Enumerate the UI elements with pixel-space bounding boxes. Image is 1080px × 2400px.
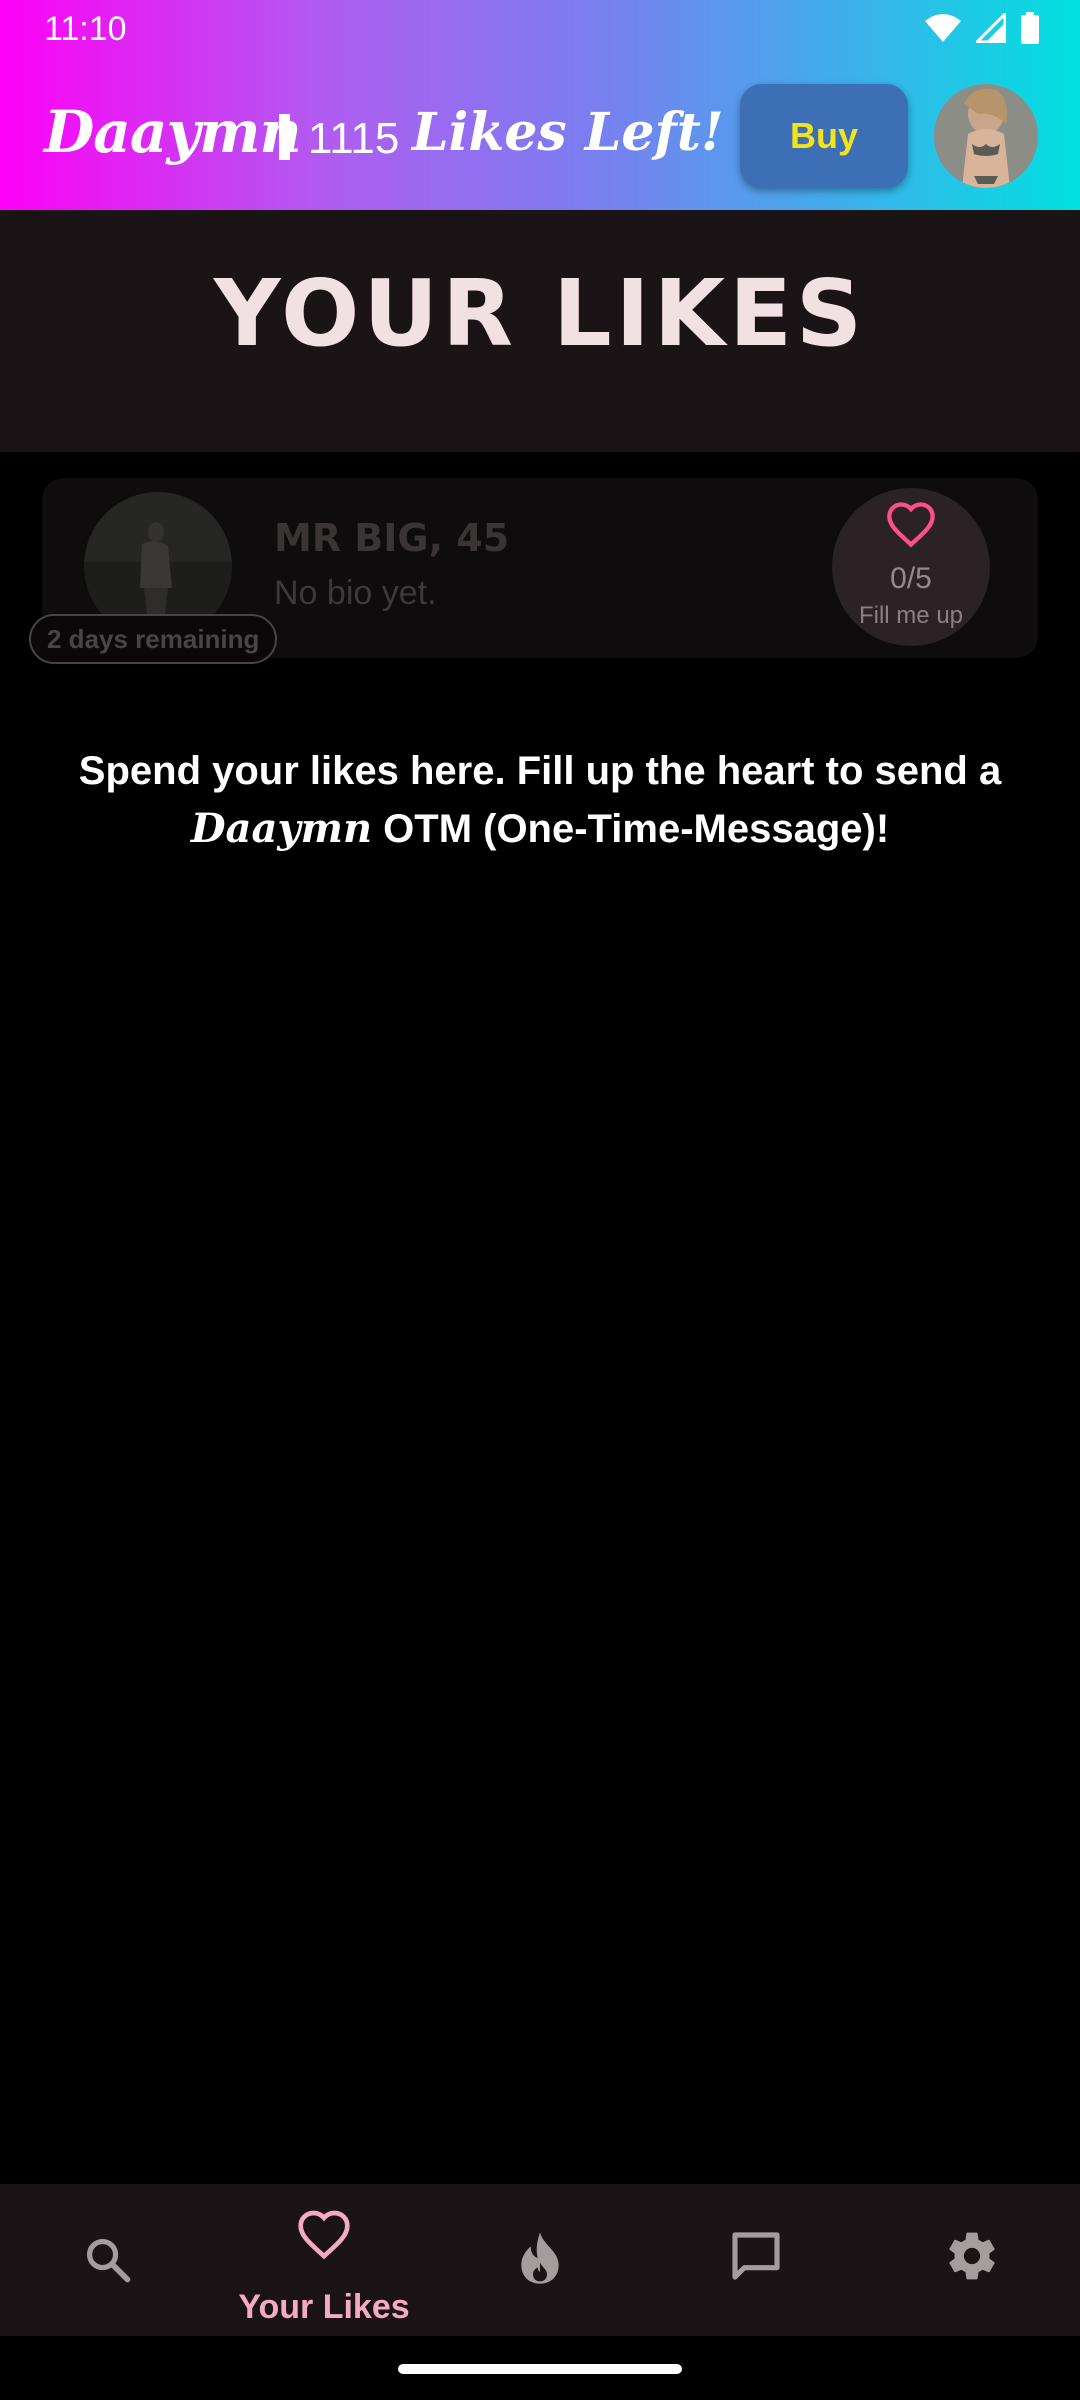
heart-hint: Fill me up: [858, 602, 964, 629]
match-name: MR BIG, 45: [274, 516, 510, 560]
nav-search[interactable]: [0, 2184, 216, 2336]
remaining-badge: 2 days remaining: [29, 614, 278, 664]
status-time: 11:10: [44, 10, 127, 48]
nav-settings[interactable]: [864, 2184, 1080, 2336]
logo-divider: [279, 114, 290, 160]
chat-icon: [732, 2232, 780, 2280]
home-indicator[interactable]: [398, 2364, 682, 2374]
page-title: YOUR LIKES: [213, 260, 867, 367]
gear-icon: [949, 2232, 995, 2280]
info-line-1: Spend your likes here. Fill up the heart…: [78, 749, 1002, 793]
status-icons: [924, 10, 1040, 49]
app-logo: Daaymn: [44, 98, 302, 166]
heart-progress: 0/5: [890, 562, 932, 595]
info-line-2: OTM (One-Time-Message)!: [372, 807, 890, 851]
profile-photo: [934, 84, 1038, 188]
title-section: YOUR LIKES: [0, 210, 1080, 452]
nav-your-likes[interactable]: Your Likes: [216, 2184, 432, 2336]
buy-button[interactable]: Buy: [740, 84, 908, 188]
nav-discover[interactable]: [432, 2184, 648, 2336]
likes-left-label: Likes Left!: [412, 102, 724, 163]
match-bio: No bio yet.: [274, 574, 437, 612]
bottom-nav: Your Likes: [0, 2184, 1080, 2336]
search-icon: [86, 2238, 131, 2283]
info-text: Spend your likes here. Fill up the heart…: [60, 742, 1020, 858]
heart-outline-icon: [885, 500, 937, 553]
app-bar: Daaymn 1115 Likes Left! Buy: [0, 62, 1080, 210]
signal-icon: [973, 10, 1007, 48]
top-header: 11:10 Daaymn 1115 Likes Left! Buy: [0, 0, 1080, 210]
info-brand: Daaymn: [190, 805, 373, 852]
status-bar: 11:10: [0, 0, 1080, 62]
profile-avatar[interactable]: [934, 84, 1038, 188]
heart-icon: [298, 2210, 350, 2260]
flame-icon: [521, 2232, 559, 2284]
battery-icon: [1020, 12, 1040, 49]
fill-heart-button[interactable]: 0/5 Fill me up: [832, 488, 990, 646]
likes-count: 1115: [308, 114, 400, 163]
nav-messages[interactable]: [648, 2184, 864, 2336]
nav-label-your-likes: Your Likes: [238, 2288, 410, 2326]
wifi-icon: [924, 13, 962, 48]
